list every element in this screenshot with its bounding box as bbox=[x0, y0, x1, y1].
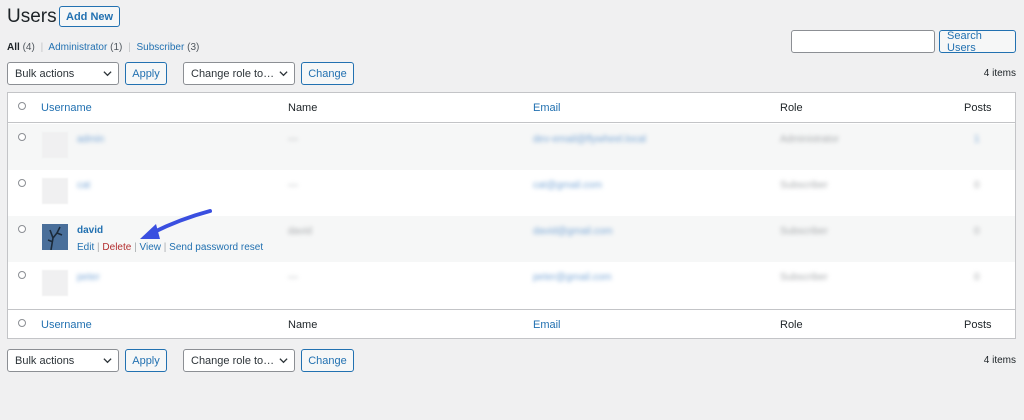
posts[interactable]: 1 bbox=[974, 134, 980, 145]
posts: 0 bbox=[974, 226, 980, 237]
avatar bbox=[42, 178, 68, 204]
bulk-actions-select-bottom[interactable]: Bulk actions bbox=[7, 349, 119, 372]
change-role-select-bottom[interactable]: Change role to… bbox=[183, 349, 295, 372]
change-button-top[interactable]: Change bbox=[301, 62, 354, 85]
filter-administrator[interactable]: Administrator bbox=[48, 42, 107, 53]
row-checkbox[interactable] bbox=[18, 271, 26, 279]
items-count-bottom: 4 items bbox=[983, 355, 1016, 366]
search-users-button[interactable]: Search Users bbox=[939, 30, 1016, 54]
chevron-down-icon bbox=[279, 358, 288, 364]
column-posts: Posts bbox=[964, 102, 992, 114]
change-role-value: Change role to… bbox=[191, 67, 275, 80]
annotation-arrow-icon bbox=[140, 209, 212, 239]
role: Subscriber bbox=[780, 180, 828, 191]
select-all-checkbox[interactable] bbox=[18, 102, 26, 110]
filter-administrator-count: (1) bbox=[110, 42, 123, 53]
column-role: Role bbox=[780, 102, 803, 114]
posts: 0 bbox=[974, 180, 980, 191]
posts: 0 bbox=[974, 272, 980, 283]
avatar bbox=[42, 224, 68, 250]
chevron-down-icon bbox=[103, 358, 112, 364]
email[interactable]: dev-email@flywheel.local bbox=[533, 134, 646, 145]
table-footer: Username Name Email Role Posts bbox=[8, 309, 1015, 339]
username[interactable]: admin bbox=[77, 134, 104, 145]
column-posts: Posts bbox=[964, 319, 992, 331]
email[interactable]: peter@gmail.com bbox=[533, 272, 612, 283]
row-checkbox[interactable] bbox=[18, 133, 26, 141]
separator: | bbox=[97, 242, 100, 253]
bulk-actions-value: Bulk actions bbox=[15, 354, 75, 367]
avatar bbox=[42, 270, 68, 296]
column-username[interactable]: Username bbox=[41, 102, 92, 114]
separator: | bbox=[128, 42, 131, 53]
table-row: admin — dev-email@flywheel.local Adminis… bbox=[8, 124, 1015, 170]
change-button-bottom[interactable]: Change bbox=[301, 349, 354, 372]
column-name: Name bbox=[288, 102, 318, 114]
items-count-top: 4 items bbox=[983, 68, 1016, 79]
column-role: Role bbox=[780, 319, 803, 331]
chevron-down-icon bbox=[103, 71, 112, 77]
avatar-image-icon bbox=[42, 224, 68, 250]
filter-subscriber-count: (3) bbox=[187, 42, 200, 53]
apply-button-top[interactable]: Apply bbox=[125, 62, 167, 85]
change-role-value: Change role to… bbox=[191, 354, 275, 367]
change-role-select-top[interactable]: Change role to… bbox=[183, 62, 295, 85]
username[interactable]: peter bbox=[77, 272, 100, 283]
role: Subscriber bbox=[780, 272, 828, 283]
email[interactable]: cat@gmail.com bbox=[533, 180, 602, 191]
column-name: Name bbox=[288, 319, 318, 331]
username[interactable]: david bbox=[77, 225, 103, 236]
avatar bbox=[42, 132, 68, 158]
filter-subscriber[interactable]: Subscriber bbox=[137, 42, 185, 53]
bulk-actions-value: Bulk actions bbox=[15, 67, 75, 80]
column-email[interactable]: Email bbox=[533, 102, 561, 114]
role: Subscriber bbox=[780, 226, 828, 237]
apply-button-bottom[interactable]: Apply bbox=[125, 349, 167, 372]
name: david bbox=[288, 226, 312, 237]
name: — bbox=[288, 180, 298, 191]
filter-all[interactable]: All bbox=[7, 42, 20, 53]
name: — bbox=[288, 134, 298, 145]
name: — bbox=[288, 272, 298, 283]
row-checkbox[interactable] bbox=[18, 225, 26, 233]
table-header: Username Name Email Role Posts bbox=[8, 93, 1015, 123]
filter-all-count: (4) bbox=[22, 42, 35, 53]
edit-link[interactable]: Edit bbox=[77, 242, 94, 253]
user-role-filter: All (4) | Administrator (1) | Subscriber… bbox=[7, 42, 199, 53]
table-row: peter — peter@gmail.com Subscriber 0 bbox=[8, 262, 1015, 308]
search-input[interactable] bbox=[791, 30, 935, 53]
add-new-button[interactable]: Add New bbox=[59, 6, 121, 27]
username[interactable]: cat bbox=[77, 180, 90, 191]
column-username[interactable]: Username bbox=[41, 319, 92, 331]
row-checkbox[interactable] bbox=[18, 179, 26, 187]
separator: | bbox=[40, 42, 44, 53]
email[interactable]: david@gmail.com bbox=[533, 226, 613, 237]
bulk-actions-select-top[interactable]: Bulk actions bbox=[7, 62, 119, 85]
column-email[interactable]: Email bbox=[533, 319, 561, 331]
role: Administrator bbox=[780, 134, 839, 145]
delete-link[interactable]: Delete bbox=[102, 242, 131, 253]
chevron-down-icon bbox=[279, 71, 288, 77]
select-all-checkbox[interactable] bbox=[18, 319, 26, 327]
page-title: Users bbox=[7, 6, 57, 27]
